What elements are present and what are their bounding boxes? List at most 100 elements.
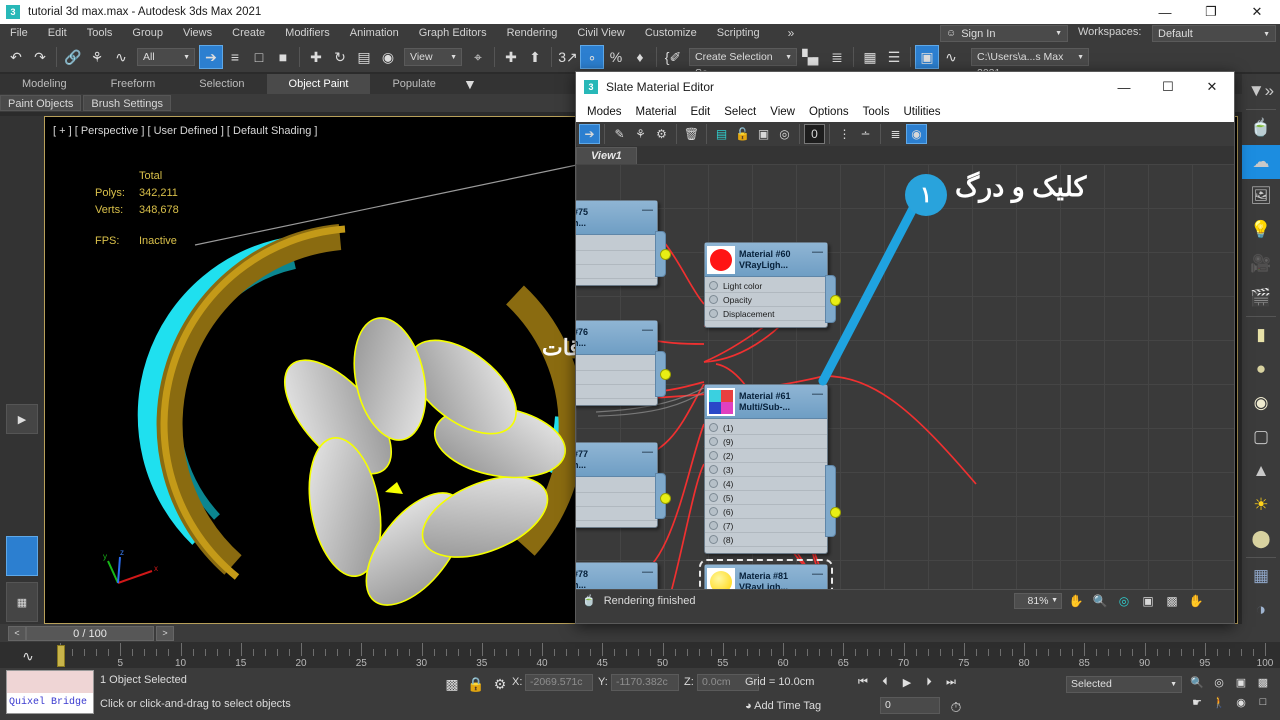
curve-toggle-icon[interactable]: ∿ bbox=[16, 644, 40, 668]
sme-menu-utilities[interactable]: Utilities bbox=[896, 102, 947, 122]
params-icon[interactable]: ≣ bbox=[885, 124, 906, 144]
named-selection-dropdown[interactable]: Create Selection Se ▼ bbox=[689, 48, 797, 79]
zero-icon[interactable]: 0 bbox=[804, 124, 825, 144]
zoom-all-icon[interactable]: ◎ bbox=[1208, 672, 1230, 692]
lock-icon[interactable]: 🔓 bbox=[732, 124, 753, 144]
percent-snap-icon[interactable]: ∘ bbox=[580, 45, 604, 69]
subtab-paint-objects[interactable]: Paint Objects bbox=[0, 95, 82, 111]
node-minimize-icon[interactable]: — bbox=[812, 388, 823, 400]
node-output-port[interactable] bbox=[825, 465, 836, 537]
reference-coord-dropdown[interactable]: View ▼ bbox=[404, 48, 462, 66]
camera-setup-icon[interactable]: 🎥 bbox=[1242, 247, 1280, 281]
sme-minimize-button[interactable]: — bbox=[1102, 72, 1146, 102]
time-ruler[interactable]: ∿ 5 10 15 20 25 30 35 40 45 50 55 60 65 70 75 80 85 90 95 1… bbox=[0, 642, 1280, 669]
maximize-viewport-icon[interactable]: □ bbox=[1252, 692, 1274, 712]
align-icon[interactable]: ≣ bbox=[825, 45, 849, 69]
menu-rendering[interactable]: Rendering bbox=[497, 24, 568, 42]
material-node-81[interactable]: Materia #81 VRayLigh... — Light color Op… bbox=[699, 559, 833, 589]
selection-lock-icon[interactable]: ▩ bbox=[440, 672, 464, 696]
viewport-layout-button[interactable]: ▦ bbox=[6, 582, 38, 622]
key-mode-icon[interactable]: ⏱ bbox=[944, 695, 968, 719]
layer-explorer-icon[interactable]: ▦ bbox=[858, 45, 882, 69]
node-minimize-icon[interactable]: — bbox=[642, 566, 653, 578]
zoom-selected-icon[interactable]: ▩ bbox=[1162, 592, 1182, 610]
rotate-icon[interactable]: ↻ bbox=[328, 45, 352, 69]
delete-icon[interactable]: 🗑 bbox=[681, 124, 702, 144]
node-row[interactable]: (2) bbox=[705, 449, 827, 463]
snap-up-icon[interactable]: ⬆ bbox=[523, 45, 547, 69]
snap-toggle-icon[interactable]: ✚ bbox=[499, 45, 523, 69]
input-socket[interactable] bbox=[709, 451, 718, 460]
redo-button[interactable]: ↷ bbox=[28, 45, 52, 69]
node-header[interactable]: #78 h... — bbox=[576, 563, 657, 589]
input-socket[interactable] bbox=[709, 521, 718, 530]
render-frame-icon[interactable]: 🖼 bbox=[1242, 179, 1280, 213]
node-78[interactable]: #78 h... — bbox=[576, 562, 658, 589]
show-shaded-icon[interactable]: ⚙ bbox=[651, 124, 672, 144]
curve-editor-icon[interactable]: ∿ bbox=[939, 45, 963, 69]
node-row[interactable]: (4) bbox=[705, 477, 827, 491]
sphere-light-icon[interactable]: ◉ bbox=[1242, 386, 1280, 420]
prev-frame-button[interactable]: < bbox=[8, 625, 26, 641]
node-row[interactable] bbox=[576, 493, 657, 507]
add-time-tag[interactable]: ◕ Add Time Tag bbox=[745, 700, 821, 712]
node-minimize-icon[interactable]: — bbox=[812, 246, 823, 258]
undo-button[interactable]: ↶ bbox=[4, 45, 28, 69]
close-button[interactable]: ✕ bbox=[1234, 0, 1280, 24]
scene-explorer-icon[interactable]: ☰ bbox=[882, 45, 906, 69]
zoom-region-icon[interactable]: ◎ bbox=[1114, 592, 1134, 610]
node-row[interactable] bbox=[576, 479, 657, 493]
node-header[interactable]: Material #61 Multi/Sub-... — bbox=[705, 385, 827, 419]
menu-file[interactable]: File bbox=[0, 24, 38, 42]
output-socket[interactable] bbox=[660, 493, 671, 504]
node-row[interactable]: (8) bbox=[705, 533, 827, 547]
sme-maximize-button[interactable]: ☐ bbox=[1146, 72, 1190, 102]
node-minimize-icon[interactable]: — bbox=[812, 568, 823, 580]
play-button[interactable]: ▶ bbox=[896, 672, 918, 692]
output-socket[interactable] bbox=[830, 507, 841, 518]
node-row[interactable]: (9) bbox=[705, 435, 827, 449]
node-row[interactable] bbox=[576, 237, 657, 251]
pivot-icon[interactable]: ⌖ bbox=[466, 45, 490, 69]
restore-button[interactable]: ❐ bbox=[1188, 0, 1234, 24]
zoom-icon[interactable]: 🔍 bbox=[1186, 672, 1208, 692]
window-crossing-icon[interactable]: ■ bbox=[271, 45, 295, 69]
y-field[interactable]: -1170.382c bbox=[611, 674, 679, 691]
pan-hand-icon[interactable]: ✋ bbox=[1186, 592, 1206, 610]
node-row[interactable] bbox=[576, 385, 657, 399]
input-socket[interactable] bbox=[709, 423, 718, 432]
node-header[interactable]: #75 h... — bbox=[576, 201, 657, 235]
assign-material-icon[interactable]: ⚘ bbox=[630, 124, 651, 144]
tab-populate[interactable]: Populate bbox=[370, 74, 457, 94]
node-header[interactable]: #77 h... — bbox=[576, 443, 657, 477]
sign-in-dropdown[interactable]: ☺ Sign In ▼ bbox=[940, 25, 1068, 42]
input-socket[interactable] bbox=[709, 437, 718, 446]
mirror-icon[interactable]: ▚▖ bbox=[801, 45, 825, 69]
unlink-icon[interactable]: ⚘ bbox=[85, 45, 109, 69]
zoom-region-icon[interactable]: ▩ bbox=[1252, 672, 1274, 692]
node-row[interactable] bbox=[576, 507, 657, 521]
rect-select-icon[interactable]: □ bbox=[247, 45, 271, 69]
absolute-mode-icon[interactable]: ⚙ bbox=[488, 672, 512, 696]
menu-animation[interactable]: Animation bbox=[340, 24, 409, 42]
ribbon-icon[interactable]: ▣ bbox=[915, 45, 939, 69]
zoom-icon[interactable]: 🔍 bbox=[1090, 592, 1110, 610]
node-row[interactable] bbox=[576, 357, 657, 371]
eyedropper-icon[interactable]: ✎ bbox=[609, 124, 630, 144]
node-76[interactable]: #76 h... — bbox=[576, 320, 671, 406]
sme-menu-view[interactable]: View bbox=[763, 102, 802, 122]
next-frame-button[interactable]: ⏵ bbox=[918, 672, 940, 692]
menu-overflow-icon[interactable]: » bbox=[788, 26, 795, 40]
node-minimize-icon[interactable]: — bbox=[642, 204, 653, 216]
sme-node-canvas[interactable]: #75 h... — #76 h... bbox=[576, 164, 1234, 589]
frame-counter[interactable]: 0 / 100 bbox=[26, 625, 154, 641]
menu-customize[interactable]: Customize bbox=[635, 24, 707, 42]
input-socket[interactable] bbox=[709, 465, 718, 474]
pan-icon[interactable]: ☛ bbox=[1186, 692, 1208, 712]
grid-cloth-icon[interactable]: ▦ bbox=[1242, 559, 1280, 593]
node-tree-icon[interactable]: ∸ bbox=[855, 124, 876, 144]
angle-snap-icon[interactable]: 3↗ bbox=[556, 45, 580, 69]
select-arrow-icon[interactable]: ➔ bbox=[579, 124, 600, 144]
expand-panel-button[interactable]: ▶ bbox=[6, 404, 38, 434]
node-row[interactable]: Displacement bbox=[705, 307, 827, 321]
